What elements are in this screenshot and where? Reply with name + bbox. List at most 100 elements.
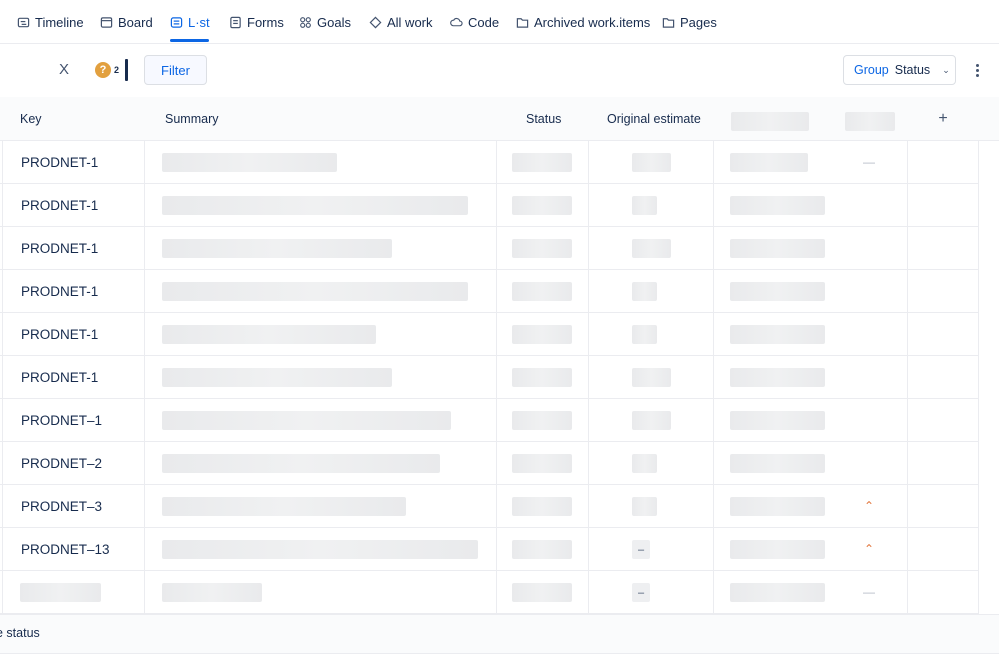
original-estimate-redacted[interactable] bbox=[632, 454, 657, 473]
tab-goals[interactable]: Goals bbox=[299, 0, 351, 44]
original-estimate-redacted[interactable] bbox=[632, 497, 657, 516]
issue-key-link[interactable]: PRODNET-1 bbox=[21, 270, 98, 313]
tab-timeline[interactable]: Timeline bbox=[17, 0, 84, 44]
field-redacted[interactable] bbox=[730, 497, 825, 516]
tab-board[interactable]: Board bbox=[100, 0, 153, 44]
issue-key-link[interactable]: PRODNET–13 bbox=[21, 528, 110, 571]
status-badge[interactable] bbox=[512, 239, 572, 258]
issue-key-link[interactable]: PRODNET–3 bbox=[21, 485, 102, 528]
issue-key-link[interactable]: PRODNET–1 bbox=[21, 399, 102, 442]
table-row[interactable]: PRODNET-1 bbox=[0, 184, 979, 227]
summary-redacted[interactable] bbox=[162, 583, 262, 602]
table-row[interactable]: PRODNET-1 bbox=[0, 313, 979, 356]
summary-redacted[interactable] bbox=[162, 454, 440, 473]
summary-redacted[interactable] bbox=[162, 497, 406, 516]
tab-forms[interactable]: Forms bbox=[229, 0, 284, 44]
column-header-original-estimate[interactable]: Original estimate bbox=[607, 97, 701, 141]
table-row[interactable]: PRODNET-1 bbox=[0, 227, 979, 270]
table-row[interactable]: PRODNET–13 – ⌃ bbox=[0, 528, 979, 571]
filter-button[interactable]: Filter bbox=[144, 55, 207, 85]
priority-high-icon: ⌃ bbox=[863, 542, 875, 556]
tab-list-label: L·st bbox=[188, 14, 210, 30]
status-badge[interactable] bbox=[512, 153, 572, 172]
issue-key-link[interactable]: PRODNET-1 bbox=[21, 313, 98, 356]
table-row[interactable]: PRODNET-1 bbox=[0, 356, 979, 399]
tab-code[interactable]: Code bbox=[450, 0, 499, 44]
original-estimate-redacted[interactable] bbox=[632, 368, 671, 387]
table-row[interactable]: PRODNET–3 ⌃ bbox=[0, 485, 979, 528]
add-column-button[interactable]: + bbox=[935, 110, 951, 128]
status-badge[interactable] bbox=[512, 196, 572, 215]
table-row[interactable]: PRODNET–1 bbox=[0, 399, 979, 442]
table-row[interactable]: PRODNET-1 bbox=[0, 270, 979, 313]
priority-high-icon: ⌃ bbox=[863, 499, 875, 513]
issue-key-link[interactable]: PRODNET-1 bbox=[21, 141, 98, 184]
original-estimate-value[interactable]: – bbox=[632, 540, 650, 559]
active-tab-indicator bbox=[170, 39, 209, 42]
original-estimate-redacted[interactable] bbox=[632, 411, 671, 430]
original-estimate-redacted[interactable] bbox=[632, 196, 657, 215]
tab-archived-work-items[interactable]: Archived work.items bbox=[516, 0, 650, 44]
tab-all-work[interactable]: All work bbox=[369, 0, 433, 44]
status-badge[interactable] bbox=[512, 497, 572, 516]
field-redacted[interactable] bbox=[730, 368, 825, 387]
issue-key-link[interactable]: PRODNET–2 bbox=[21, 442, 102, 485]
chevron-down-icon: ⌄ bbox=[942, 64, 950, 75]
avatar-group[interactable]: ? 2 bbox=[95, 58, 129, 82]
summary-redacted[interactable] bbox=[162, 325, 376, 344]
timeline-icon bbox=[17, 17, 30, 27]
summary-redacted[interactable] bbox=[162, 153, 337, 172]
issue-key-link[interactable]: PRODNET-1 bbox=[21, 227, 98, 270]
status-badge[interactable] bbox=[512, 454, 572, 473]
column-header-key[interactable]: Key bbox=[20, 97, 42, 141]
summary-redacted[interactable] bbox=[162, 239, 392, 258]
code-icon bbox=[450, 17, 463, 26]
field-redacted[interactable] bbox=[730, 196, 825, 215]
original-estimate-redacted[interactable] bbox=[632, 325, 657, 344]
field-redacted[interactable] bbox=[730, 153, 808, 172]
field-redacted[interactable] bbox=[730, 282, 825, 301]
group-label: Group bbox=[854, 63, 889, 77]
field-redacted[interactable] bbox=[730, 411, 825, 430]
summary-redacted[interactable] bbox=[162, 196, 468, 215]
summary-redacted[interactable] bbox=[162, 540, 478, 559]
status-badge[interactable] bbox=[512, 368, 572, 387]
original-estimate-redacted[interactable] bbox=[632, 282, 657, 301]
status-badge[interactable] bbox=[512, 411, 572, 430]
column-header-redacted[interactable] bbox=[845, 112, 895, 131]
summary-redacted[interactable] bbox=[162, 411, 451, 430]
tab-pages[interactable]: Pages bbox=[662, 0, 717, 44]
table-row[interactable]: – — bbox=[0, 571, 979, 614]
group-by-button[interactable]: Group Status ⌄ bbox=[843, 55, 956, 85]
summary-redacted[interactable] bbox=[162, 282, 468, 301]
status-badge[interactable] bbox=[512, 325, 572, 344]
table-row[interactable]: PRODNET-1 — bbox=[0, 141, 979, 184]
original-estimate-value[interactable]: – bbox=[632, 583, 650, 602]
status-badge[interactable] bbox=[512, 583, 572, 602]
original-estimate-redacted[interactable] bbox=[632, 239, 671, 258]
priority-low-icon: — bbox=[863, 585, 875, 599]
issue-key-redacted[interactable] bbox=[20, 583, 101, 602]
pages-icon bbox=[662, 17, 675, 28]
issue-key-link[interactable]: PRODNET-1 bbox=[21, 356, 98, 399]
field-redacted[interactable] bbox=[730, 540, 825, 559]
group-footer[interactable]: e status bbox=[0, 614, 999, 654]
clear-search-button[interactable]: X bbox=[56, 60, 72, 80]
avatar-divider bbox=[125, 59, 129, 81]
field-redacted[interactable] bbox=[730, 325, 825, 344]
status-badge[interactable] bbox=[512, 282, 572, 301]
forms-icon bbox=[230, 16, 241, 28]
field-redacted[interactable] bbox=[730, 454, 825, 473]
field-redacted[interactable] bbox=[730, 583, 825, 602]
column-header-summary[interactable]: Summary bbox=[165, 97, 218, 141]
column-header-status[interactable]: Status bbox=[526, 97, 561, 141]
original-estimate-redacted[interactable] bbox=[632, 153, 671, 172]
status-badge[interactable] bbox=[512, 540, 572, 559]
more-actions-icon[interactable] bbox=[972, 60, 982, 80]
issue-key-link[interactable]: PRODNET-1 bbox=[21, 184, 98, 227]
field-redacted[interactable] bbox=[730, 239, 825, 258]
table-row[interactable]: PRODNET–2 bbox=[0, 442, 979, 485]
tab-list[interactable]: L·st bbox=[170, 0, 210, 44]
summary-redacted[interactable] bbox=[162, 368, 392, 387]
column-header-redacted[interactable] bbox=[731, 112, 809, 131]
